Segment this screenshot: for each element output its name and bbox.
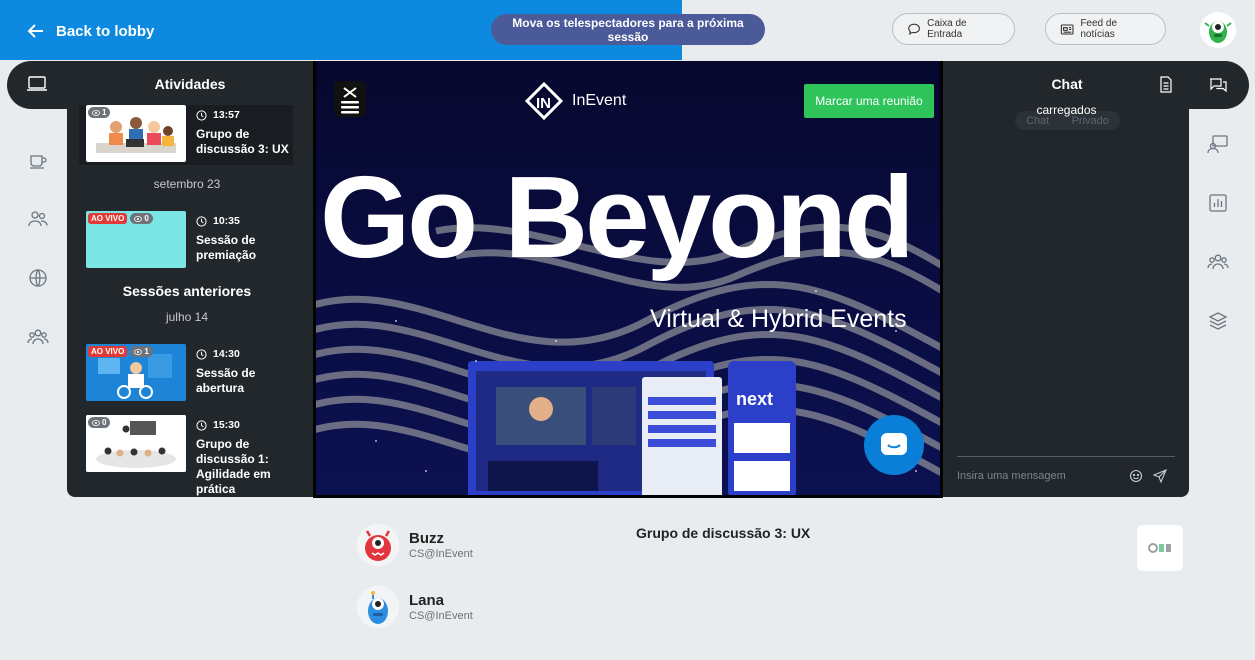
emoji-icon[interactable] xyxy=(1129,469,1143,483)
schedule-meeting-button[interactable]: Marcar uma reunião xyxy=(804,84,934,118)
viewer-count-badge: 1 xyxy=(130,346,153,357)
session-thumbnail: AO VIVO 0 xyxy=(86,211,186,268)
session-title: Grupo de discussão 3: UX xyxy=(196,127,289,156)
coffee-icon[interactable] xyxy=(24,130,52,189)
session-title: Sessão de abertura xyxy=(196,366,256,395)
eye-icon xyxy=(92,109,100,116)
speaker-card[interactable]: Buzz CS@InEvent xyxy=(357,524,473,566)
inevent-logo: IN InEvent xyxy=(524,81,626,121)
expand-menu-icon xyxy=(334,81,366,117)
monster-avatar-icon xyxy=(1200,12,1236,48)
clock-icon xyxy=(196,110,207,121)
speaker-avatar xyxy=(357,586,399,628)
session-item[interactable]: 1 13:57 Grupo de discussão 3: UX xyxy=(79,105,293,165)
session-time: 15:30 xyxy=(213,419,240,431)
session-title: Sessão de premiação xyxy=(196,233,257,262)
move-viewers-button[interactable]: Mova os telespectadores para a próxima s… xyxy=(491,14,765,45)
newspaper-icon xyxy=(1060,23,1074,35)
viewer-count-badge: 0 xyxy=(88,417,111,428)
clock-icon xyxy=(196,349,207,360)
back-to-lobby-label: Back to lobby xyxy=(56,22,155,40)
right-sidebar xyxy=(1204,114,1232,350)
svg-text:next: next xyxy=(736,389,773,409)
live-badge: AO VIVO xyxy=(88,346,128,357)
speaker-avatar xyxy=(357,524,399,566)
viewer-count-badge: 0 xyxy=(130,213,153,224)
session-info: 13:57 Grupo de discussão 3: UX xyxy=(196,108,291,157)
chat-input-divider xyxy=(957,456,1175,457)
speaker-name: Buzz xyxy=(409,530,444,547)
session-item[interactable]: 0 15:30 Grupo de discussão 1: Agilidade … xyxy=(79,415,293,497)
past-sessions-title: Sessões anteriores xyxy=(122,283,252,299)
clock-icon xyxy=(196,420,207,431)
speaker-name: Lana xyxy=(409,592,445,609)
poll-chart-icon[interactable] xyxy=(1204,173,1232,232)
inevent-logo-icon: IN xyxy=(524,81,564,121)
svg-text:IN: IN xyxy=(536,95,551,112)
inbox-button[interactable]: Caixa de Entrada xyxy=(892,13,1015,45)
back-to-lobby-link[interactable]: Back to lobby xyxy=(26,20,154,42)
support-chat-button[interactable] xyxy=(864,415,924,475)
eye-icon xyxy=(134,348,143,355)
current-session-title: Grupo de discussão 3: UX xyxy=(636,525,811,541)
inevent-brand-text: InEvent xyxy=(572,92,627,109)
session-info: 10:35 Sessão de premiação xyxy=(196,214,291,263)
live-badge: AO VIVO xyxy=(88,213,128,224)
laptop-icon[interactable] xyxy=(26,75,48,93)
globe-icon[interactable] xyxy=(24,248,52,307)
session-time: 10:35 xyxy=(213,215,240,227)
session-thumbnail: 1 xyxy=(86,105,186,162)
news-feed-label: Feed de notícias xyxy=(1080,18,1118,40)
session-item[interactable]: AO VIVO 1 14:30 Sessão de abertura xyxy=(79,344,293,404)
user-avatar[interactable] xyxy=(1200,12,1236,48)
eye-icon xyxy=(92,419,100,426)
people-icon[interactable] xyxy=(24,189,52,248)
session-thumbnail: AO VIVO 1 xyxy=(86,344,186,401)
chat-messages-icon[interactable] xyxy=(1208,76,1228,94)
session-time: 13:57 xyxy=(213,109,240,121)
group-icon[interactable] xyxy=(24,307,52,366)
video-player[interactable]: next IN InEvent Marcar uma reunião Go Be… xyxy=(313,61,943,498)
activities-title: Atividades xyxy=(154,76,226,92)
clock-icon xyxy=(196,216,207,227)
speaker-org: CS@InEvent xyxy=(409,548,473,560)
top-bar: Back to lobby Mova os telespectadores pa… xyxy=(0,0,1255,60)
chat-title: Chat xyxy=(1051,76,1083,92)
left-sidebar xyxy=(24,130,52,366)
document-icon[interactable] xyxy=(1159,76,1173,93)
chat-bubble-icon xyxy=(908,23,920,35)
eye-icon xyxy=(134,215,143,222)
viewer-count-badge: 1 xyxy=(88,107,111,118)
session-item[interactable]: AO VIVO 0 10:35 Sessão de premiação xyxy=(79,211,293,271)
presenter-icon[interactable] xyxy=(1204,114,1232,173)
send-icon[interactable] xyxy=(1152,468,1168,484)
speaker-org: CS@InEvent xyxy=(409,610,473,622)
date-label: julho 14 xyxy=(165,310,209,324)
layers-icon[interactable] xyxy=(1204,291,1232,350)
video-subline: Virtual & Hybrid Events xyxy=(650,305,907,333)
session-title: Grupo de discussão 1: Agilidade em práti… xyxy=(196,437,271,496)
session-time: 14:30 xyxy=(213,348,240,360)
chat-loaded-text: carregados xyxy=(1036,103,1097,117)
session-info: 15:30 Grupo de discussão 1: Agilidade em… xyxy=(196,418,291,497)
chat-message-input[interactable] xyxy=(957,466,1117,486)
sponsor-logo[interactable] xyxy=(1137,525,1183,571)
activities-list: 1 13:57 Grupo de discussão 3: UX setembr… xyxy=(79,105,301,497)
attendees-icon[interactable] xyxy=(1204,232,1232,291)
news-feed-button[interactable]: Feed de notícias xyxy=(1045,13,1166,45)
chat-support-icon xyxy=(881,433,907,455)
session-thumbnail: 0 xyxy=(86,415,186,472)
video-menu-button[interactable] xyxy=(334,81,366,117)
arrow-left-icon xyxy=(27,24,43,38)
date-label: setembro 23 xyxy=(153,177,221,191)
video-headline: Go Beyond xyxy=(320,152,915,282)
sponsor-logo-icon xyxy=(1148,543,1171,553)
inbox-label: Caixa de Entrada xyxy=(927,18,967,40)
speaker-card[interactable]: Lana CS@InEvent xyxy=(357,586,473,628)
session-info: 14:30 Sessão de abertura xyxy=(196,347,291,396)
